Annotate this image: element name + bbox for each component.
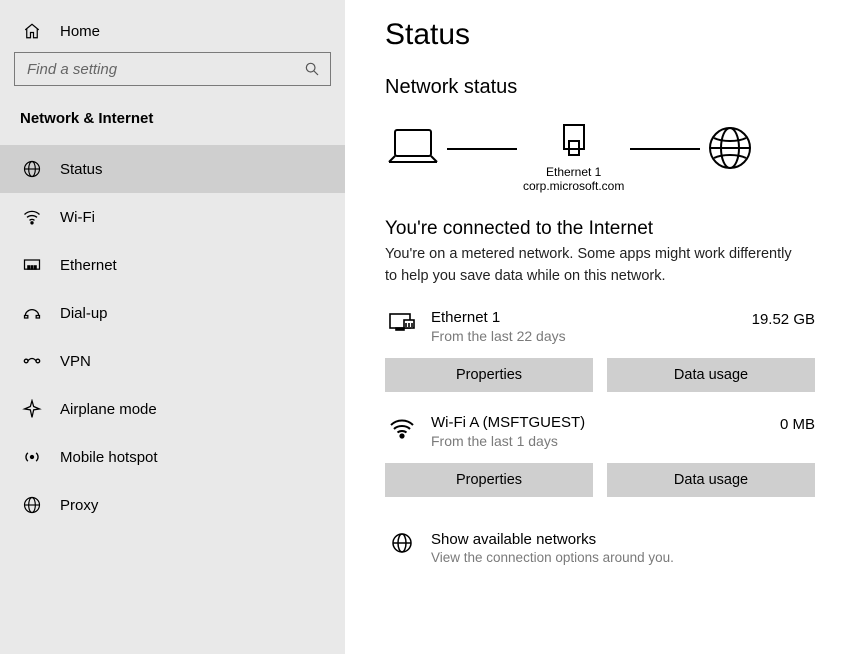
diagram-domain: corp.microsoft.com: [523, 179, 624, 193]
home-label: Home: [60, 23, 100, 40]
properties-button[interactable]: Properties: [385, 358, 593, 392]
sidebar-item-label: Wi-Fi: [60, 209, 95, 226]
network-name: Wi-Fi A (MSFTGUEST): [431, 414, 780, 431]
sidebar-item-label: VPN: [60, 353, 91, 370]
sidebar-item-label: Proxy: [60, 497, 98, 514]
network-entry-ethernet: Ethernet 1 From the last 22 days 19.52 G…: [385, 309, 815, 392]
sidebar-item-label: Ethernet: [60, 257, 117, 274]
globe-small-icon: [385, 531, 419, 565]
home-icon: [20, 22, 44, 40]
main-content: Status Network status Ethernet 1 corp.mi…: [345, 0, 845, 654]
sidebar-item-label: Dial-up: [60, 305, 108, 322]
globe-icon: [706, 124, 754, 190]
ethernet-monitor-icon: [385, 309, 419, 335]
network-subtext: From the last 1 days: [431, 433, 780, 449]
sidebar: Home Network & Internet Statu: [0, 0, 345, 654]
home-button[interactable]: Home: [0, 10, 345, 52]
network-usage: 0 MB: [780, 414, 815, 433]
connected-description: You're on a metered network. Some apps m…: [385, 244, 805, 288]
network-entry-wifi: Wi-Fi A (MSFTGUEST) From the last 1 days…: [385, 414, 815, 497]
status-icon: [20, 159, 44, 179]
sidebar-item-ethernet[interactable]: Ethernet: [0, 241, 345, 289]
airplane-icon: [20, 399, 44, 419]
page-title: Status: [385, 18, 815, 52]
network-subtext: From the last 22 days: [431, 328, 752, 344]
sidebar-item-airplane[interactable]: Airplane mode: [0, 385, 345, 433]
section-title: Network status: [385, 76, 815, 99]
vpn-icon: [20, 351, 44, 371]
nav: Status Wi-Fi Ethernet: [0, 145, 345, 529]
sidebar-item-label: Mobile hotspot: [60, 449, 158, 466]
network-name: Ethernet 1: [431, 309, 752, 326]
show-networks-title: Show available networks: [431, 531, 674, 548]
wifi-icon: [20, 207, 44, 227]
sidebar-item-label: Airplane mode: [60, 401, 157, 418]
data-usage-button[interactable]: Data usage: [607, 463, 815, 497]
properties-button[interactable]: Properties: [385, 463, 593, 497]
sidebar-item-proxy[interactable]: Proxy: [0, 481, 345, 529]
sidebar-item-status[interactable]: Status: [0, 145, 345, 193]
sidebar-item-dialup[interactable]: Dial-up: [0, 289, 345, 337]
data-usage-button[interactable]: Data usage: [607, 358, 815, 392]
search-icon: [304, 61, 320, 77]
network-diagram: Ethernet 1 corp.microsoft.com: [385, 121, 815, 194]
ethernet-icon: [20, 255, 44, 275]
sidebar-item-vpn[interactable]: VPN: [0, 337, 345, 385]
sidebar-item-hotspot[interactable]: Mobile hotspot: [0, 433, 345, 481]
wifi-signal-icon: [385, 414, 419, 440]
sidebar-item-wifi[interactable]: Wi-Fi: [0, 193, 345, 241]
proxy-icon: [20, 495, 44, 515]
sidebar-item-label: Status: [60, 161, 103, 178]
connected-title: You're connected to the Internet: [385, 218, 815, 240]
search-box[interactable]: [14, 52, 331, 86]
diagram-device-name: Ethernet 1: [546, 165, 601, 179]
show-available-networks[interactable]: Show available networks View the connect…: [385, 531, 815, 565]
network-usage: 19.52 GB: [752, 309, 815, 328]
hotspot-icon: [20, 447, 44, 467]
category-header: Network & Internet: [0, 98, 345, 145]
show-networks-sub: View the connection options around you.: [431, 550, 674, 565]
search-input[interactable]: [25, 60, 304, 79]
router-icon: Ethernet 1 corp.microsoft.com: [523, 121, 624, 194]
dialup-icon: [20, 303, 44, 323]
laptop-icon: [385, 126, 441, 188]
